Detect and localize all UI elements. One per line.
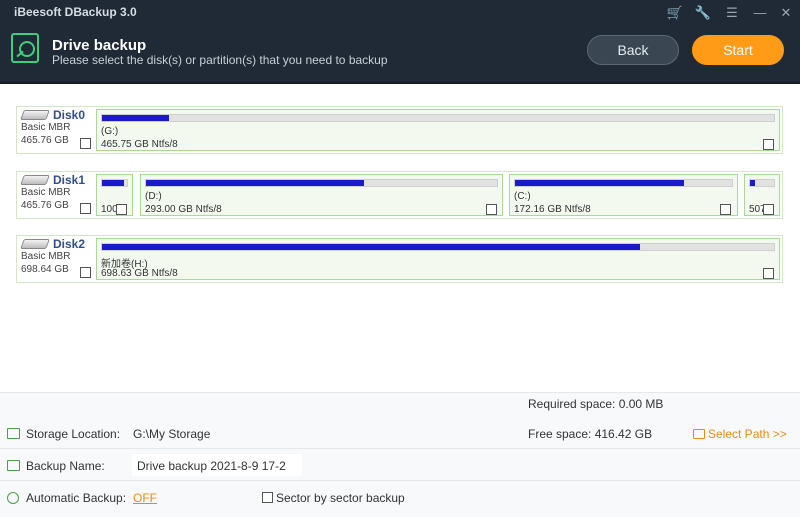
page-subtitle: Please select the disk(s) or partition(s… bbox=[52, 53, 388, 67]
cart-icon[interactable]: 🛒 bbox=[666, 4, 684, 22]
backup-name-label: Backup Name: bbox=[26, 459, 105, 473]
storage-location-value: G:\My Storage bbox=[133, 427, 211, 441]
usage-fill bbox=[515, 180, 685, 186]
partition-g[interactable]: (G:) 465.75 GB Ntfs/8 bbox=[96, 109, 780, 151]
hard-disk-icon bbox=[20, 239, 50, 249]
disk-name: Disk0 bbox=[53, 108, 86, 122]
partition-c[interactable]: (C:) 172.16 GB Ntfs/8 bbox=[509, 174, 738, 216]
start-button[interactable]: Start bbox=[692, 35, 784, 65]
partition-desc: 172.16 GB Ntfs/8 bbox=[514, 204, 591, 215]
disk-info: Disk2 Basic MBR 698.64 GB bbox=[17, 236, 95, 282]
backup-name-row: Backup Name: Drive backup 2021-8-9 17-2 bbox=[0, 449, 800, 481]
disk-name: Disk1 bbox=[53, 173, 86, 187]
usage-bar bbox=[749, 179, 775, 187]
menu-icon[interactable]: ☰ bbox=[723, 4, 741, 22]
disk-size: 465.76 GB bbox=[21, 200, 69, 211]
header: Drive backup Please select the disk(s) o… bbox=[0, 26, 800, 84]
select-path-label: Select Path >> bbox=[708, 427, 787, 441]
usage-bar bbox=[145, 179, 498, 187]
partition-checkbox[interactable] bbox=[720, 204, 731, 215]
partition-checkbox[interactable] bbox=[763, 268, 774, 279]
disk-row-disk2: Disk2 Basic MBR 698.64 GB 新加卷(H:) 698.63… bbox=[16, 235, 783, 283]
disk-checkbox[interactable] bbox=[80, 138, 91, 149]
disk-row-disk0: Disk0 Basic MBR 465.76 GB (G:) 465.75 GB… bbox=[16, 106, 783, 154]
name-card-icon bbox=[7, 460, 20, 471]
partition-checkbox[interactable] bbox=[763, 204, 774, 215]
partition-checkbox[interactable] bbox=[116, 204, 127, 215]
backup-name-input[interactable]: Drive backup 2021-8-9 17-2 bbox=[132, 454, 302, 476]
partition-desc: 698.63 GB Ntfs/8 bbox=[101, 268, 178, 279]
required-space: Required space: 0.00 MB bbox=[528, 397, 664, 411]
disk-checkbox[interactable] bbox=[80, 203, 91, 214]
drive-backup-icon bbox=[11, 33, 39, 63]
hard-disk-icon bbox=[20, 175, 50, 185]
minimize-icon[interactable]: — bbox=[751, 4, 769, 22]
search-folder-icon bbox=[693, 429, 705, 439]
partition-label: (G:) bbox=[101, 126, 119, 137]
footer-panel: Required space: 0.00 MB Storage Location… bbox=[0, 392, 800, 517]
partition-recovery[interactable]: 507 bbox=[744, 174, 780, 216]
storage-location-label: Storage Location: bbox=[26, 427, 121, 441]
automatic-backup-toggle[interactable]: OFF bbox=[133, 491, 157, 505]
disk-type: Basic MBR bbox=[21, 122, 71, 133]
partition-desc: 465.75 GB Ntfs/8 bbox=[101, 139, 178, 150]
partition-checkbox[interactable] bbox=[763, 139, 774, 150]
disk-type: Basic MBR bbox=[21, 251, 71, 262]
partition-d[interactable]: (D:) 293.00 GB Ntfs/8 bbox=[140, 174, 503, 216]
disk-row-disk1: Disk1 Basic MBR 465.76 GB 100 (D:) 293.0… bbox=[16, 171, 783, 219]
storage-location-row: Storage Location: G:\My Storage Free spa… bbox=[0, 417, 800, 449]
disk-info: Disk0 Basic MBR 465.76 GB bbox=[17, 107, 95, 153]
disk-info: Disk1 Basic MBR 465.76 GB bbox=[17, 172, 95, 218]
close-icon[interactable]: ✕ bbox=[777, 4, 795, 22]
hard-disk-icon bbox=[20, 110, 50, 120]
usage-fill bbox=[102, 180, 124, 186]
page-title: Drive backup bbox=[52, 37, 147, 54]
usage-fill bbox=[750, 180, 755, 186]
usage-bar bbox=[101, 243, 775, 251]
partition-label: (C:) bbox=[514, 191, 531, 202]
app-title: iBeesoft DBackup 3.0 bbox=[14, 5, 137, 19]
sector-by-sector-checkbox[interactable] bbox=[262, 492, 273, 503]
disk-checkbox[interactable] bbox=[80, 267, 91, 278]
free-space: Free space: 416.42 GB bbox=[528, 427, 653, 441]
usage-bar bbox=[101, 179, 128, 187]
sector-by-sector-label: Sector by sector backup bbox=[276, 491, 405, 505]
select-path-link[interactable]: Select Path >> bbox=[693, 427, 787, 441]
disk-type: Basic MBR bbox=[21, 187, 71, 198]
title-bar: iBeesoft DBackup 3.0 🛒 🔧 ☰ — ✕ bbox=[0, 0, 800, 26]
automatic-backup-label: Automatic Backup: bbox=[26, 491, 127, 505]
clock-icon bbox=[7, 492, 19, 504]
usage-fill bbox=[102, 115, 170, 121]
back-button[interactable]: Back bbox=[587, 35, 679, 65]
disk-name: Disk2 bbox=[53, 237, 86, 251]
wrench-icon[interactable]: 🔧 bbox=[694, 4, 712, 22]
folder-icon bbox=[7, 428, 20, 439]
usage-fill bbox=[146, 180, 364, 186]
partition-h[interactable]: 新加卷(H:) 698.63 GB Ntfs/8 bbox=[96, 238, 780, 280]
automatic-backup-row: Automatic Backup: OFF Sector by sector b… bbox=[0, 481, 800, 517]
usage-bar bbox=[101, 114, 775, 122]
usage-bar bbox=[514, 179, 733, 187]
usage-fill bbox=[102, 244, 640, 250]
partition-label: (D:) bbox=[145, 191, 162, 202]
disk-size: 465.76 GB bbox=[21, 135, 69, 146]
disk-size: 698.64 GB bbox=[21, 264, 69, 275]
partition-desc: 293.00 GB Ntfs/8 bbox=[145, 204, 222, 215]
partition-reserved[interactable]: 100 bbox=[96, 174, 133, 216]
partition-checkbox[interactable] bbox=[486, 204, 497, 215]
